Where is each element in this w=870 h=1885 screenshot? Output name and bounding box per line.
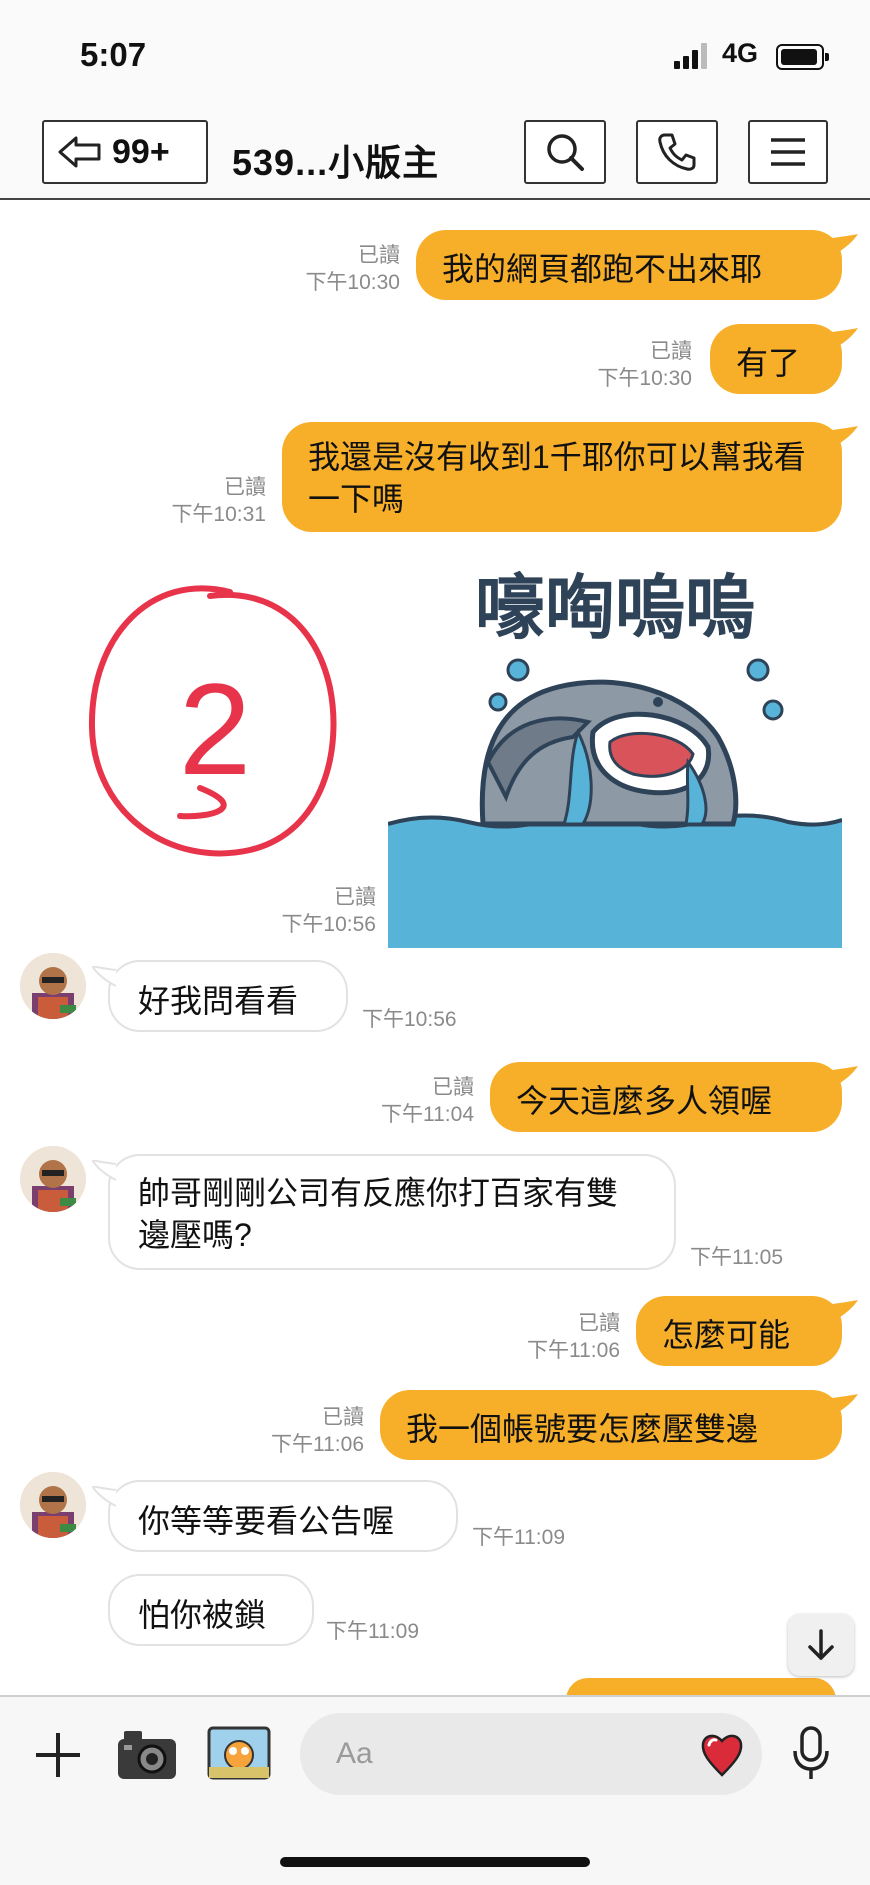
photo-icon[interactable] xyxy=(206,1725,272,1781)
message-meta: 已讀 下午11:06 xyxy=(527,1310,620,1364)
message-bubble-incoming[interactable]: 帥哥剛剛公司有反應你打百家有雙邊壓嗎? xyxy=(108,1154,676,1270)
bubble-tail xyxy=(832,1394,858,1416)
message-meta: 已讀 下午10:31 xyxy=(171,474,266,528)
avatar-image xyxy=(20,953,86,1019)
message-time: 下午11:06 xyxy=(271,1433,364,1456)
scroll-to-bottom-button[interactable] xyxy=(788,1614,854,1676)
bubble-tail xyxy=(92,1160,116,1181)
microphone-icon[interactable] xyxy=(792,1725,830,1785)
message-time: 下午11:06 xyxy=(527,1339,620,1362)
arrow-down-icon xyxy=(808,1629,834,1660)
read-receipt: 已讀 xyxy=(334,886,376,909)
hand-drawn-circle-annotation: 2 xyxy=(88,585,337,857)
read-receipt: 已讀 xyxy=(650,340,692,363)
heart-icon[interactable] xyxy=(700,1731,744,1777)
message-time: 下午11:05 xyxy=(690,1246,783,1269)
avatar[interactable] xyxy=(20,1146,86,1212)
message-meta: 已讀 下午11:04 xyxy=(381,1074,474,1128)
crying-shark-sticker[interactable]: 嚎啕嗚嗚 xyxy=(388,562,842,948)
bubble-tail xyxy=(832,328,858,350)
bubble-tail xyxy=(832,234,858,256)
status-bar: 5:07 4G xyxy=(0,0,870,110)
message-bubble-incoming[interactable]: 好我問看看 xyxy=(108,960,348,1032)
battery-icon xyxy=(776,44,829,70)
read-receipt: 已讀 xyxy=(578,1312,620,1335)
message-bubble-outgoing[interactable]: 怎麼可能 xyxy=(636,1296,842,1366)
back-button[interactable]: 99+ xyxy=(42,120,208,184)
bubble-tail xyxy=(92,1486,116,1507)
avatar-image xyxy=(20,1146,86,1212)
menu-button[interactable] xyxy=(748,120,828,184)
avatar[interactable] xyxy=(20,1472,86,1538)
home-indicator xyxy=(280,1857,590,1867)
sticker-caption: 嚎啕嗚嗚 xyxy=(475,567,755,649)
read-receipt: 已讀 xyxy=(224,476,266,499)
message-bubble-outgoing[interactable]: 我一個帳號要怎麼壓雙邊 xyxy=(380,1390,842,1460)
camera-icon[interactable] xyxy=(114,1725,180,1785)
message-bubble-incoming[interactable]: 怕你被鎖 xyxy=(108,1574,314,1646)
chat-header: 99+ 539...小版主 xyxy=(0,110,870,200)
search-button[interactable] xyxy=(524,120,606,184)
message-time: 下午11:09 xyxy=(326,1620,419,1643)
annotation-number: 2 xyxy=(179,656,251,802)
message-list[interactable]: 已讀 下午10:30 我的網頁都跑不出來耶 已讀 下午10:30 有了 已讀 下… xyxy=(0,200,870,1695)
read-receipt: 已讀 xyxy=(432,1076,474,1099)
message-bubble-outgoing[interactable]: 有了 xyxy=(710,324,842,394)
signal-icon xyxy=(674,43,714,69)
read-receipt: 已讀 xyxy=(322,1406,364,1429)
message-time: 下午10:56 xyxy=(362,1008,457,1031)
menu-icon xyxy=(771,138,805,166)
message-meta: 已讀 下午10:56 xyxy=(281,884,376,938)
message-bubble-outgoing[interactable]: 我還是沒有收到1千耶你可以幫我看一下嗎 xyxy=(282,422,842,532)
unread-count: 99+ xyxy=(112,132,170,171)
message-meta: 已讀 下午10:30 xyxy=(305,242,400,296)
message-time: 下午10:31 xyxy=(171,503,266,526)
status-time: 5:07 xyxy=(80,36,147,73)
message-meta: 已讀 下午10:30 xyxy=(597,338,692,392)
message-bubble-outgoing[interactable]: 今天這麼多人領喔 xyxy=(490,1062,842,1132)
message-time: 下午11:04 xyxy=(381,1103,474,1126)
message-bubble-outgoing[interactable]: 我的網頁都跑不出來耶 xyxy=(416,230,842,300)
message-time: 下午10:56 xyxy=(281,913,376,936)
message-text-field[interactable] xyxy=(300,1713,762,1795)
message-time: 下午11:09 xyxy=(472,1526,565,1549)
call-button[interactable] xyxy=(636,120,718,184)
read-receipt: 已讀 xyxy=(358,244,400,267)
bubble-tail xyxy=(832,1066,858,1088)
message-meta: 已讀 下午11:06 xyxy=(271,1404,364,1458)
message-bubble-partial xyxy=(566,1678,836,1695)
network-type: 4G xyxy=(722,38,759,68)
message-time: 下午10:30 xyxy=(305,271,400,294)
phone-icon xyxy=(658,133,696,171)
message-bubble-incoming[interactable]: 你等等要看公告喔 xyxy=(108,1480,458,1552)
message-time: 下午10:30 xyxy=(597,367,692,390)
avatar-image xyxy=(20,1472,86,1538)
bubble-tail xyxy=(832,426,858,448)
message-input[interactable] xyxy=(334,1732,678,1776)
back-arrow-icon xyxy=(58,136,101,168)
bubble-tail xyxy=(92,966,116,987)
plus-icon[interactable] xyxy=(34,1731,82,1779)
bubble-tail xyxy=(832,1300,858,1322)
search-icon xyxy=(547,134,584,171)
message-input-bar xyxy=(0,1695,870,1885)
chat-title: 539...小版主 xyxy=(232,142,440,183)
avatar[interactable] xyxy=(20,953,86,1019)
